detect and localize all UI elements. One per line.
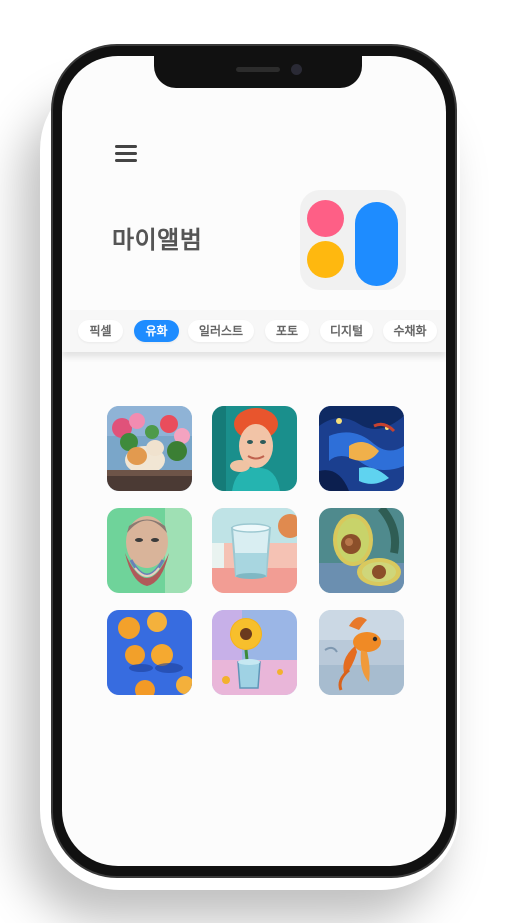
- artwork-grid: [107, 406, 407, 696]
- artwork-oranges[interactable]: [107, 610, 192, 695]
- artwork-bearded-man[interactable]: [107, 508, 192, 593]
- tab-oil-painting[interactable]: 유화: [134, 320, 179, 342]
- page: 마이앨범 픽셀 유화 일러스트 포토 디지털 수채화: [0, 0, 507, 923]
- artwork-teal-portrait[interactable]: [212, 406, 297, 491]
- speaker-grille: [236, 67, 280, 72]
- artwork-abstract-blue[interactable]: [319, 406, 404, 491]
- logo-pink-dot: [307, 200, 344, 237]
- category-tabs: 픽셀 유화 일러스트 포토 디지털 수채화: [62, 310, 446, 352]
- logo-yellow-dot: [307, 241, 344, 278]
- front-camera: [291, 64, 302, 75]
- artwork-avocado[interactable]: [319, 508, 404, 593]
- phone-screen: 마이앨범 픽셀 유화 일러스트 포토 디지털 수채화: [62, 56, 446, 866]
- app-logo: [300, 190, 406, 290]
- artwork-flowers-cat[interactable]: [107, 406, 192, 491]
- artwork-glass-of-water[interactable]: [212, 508, 297, 593]
- page-title: 마이앨범: [112, 226, 203, 254]
- tab-watercolor[interactable]: 수채화: [383, 320, 437, 342]
- hamburger-menu-icon[interactable]: [113, 144, 139, 164]
- phone-notch: [154, 56, 362, 88]
- tab-illustration[interactable]: 일러스트: [188, 320, 254, 342]
- tab-photo[interactable]: 포토: [265, 320, 309, 342]
- artwork-goldfish[interactable]: [319, 610, 404, 695]
- tab-digital[interactable]: 디지털: [320, 320, 373, 342]
- phone-frame: 마이앨범 픽셀 유화 일러스트 포토 디지털 수채화: [51, 44, 457, 878]
- logo-blue-pill: [355, 202, 398, 286]
- artwork-sunflower-vase[interactable]: [212, 610, 297, 695]
- tab-pixel[interactable]: 픽셀: [78, 320, 123, 342]
